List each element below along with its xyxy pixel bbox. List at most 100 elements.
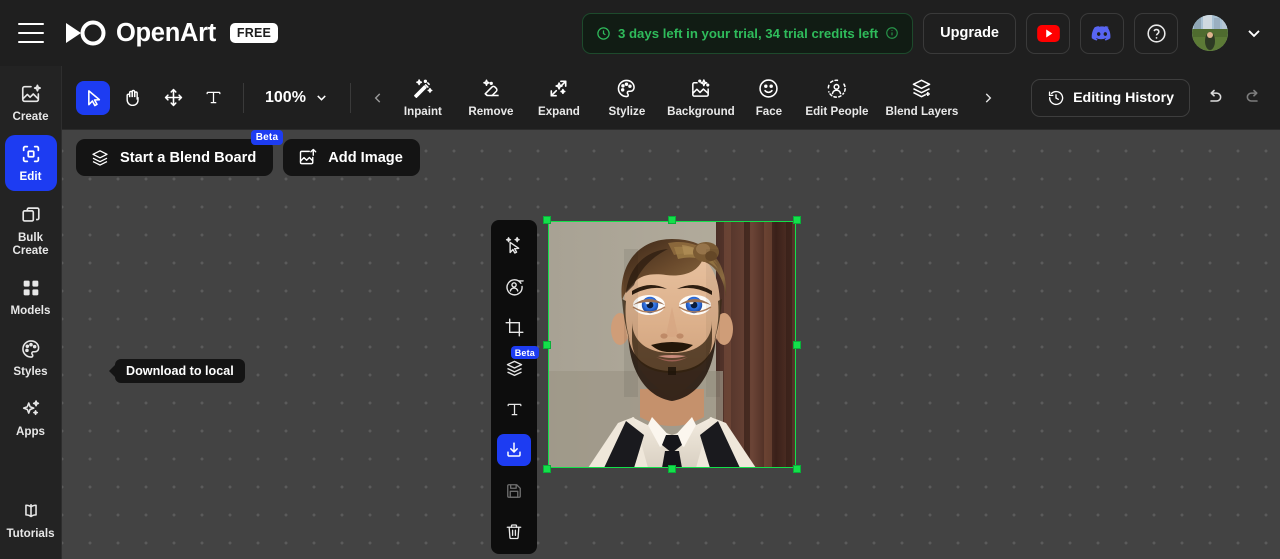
help-button[interactable] <box>1134 12 1178 54</box>
move-tool-button[interactable] <box>156 81 190 115</box>
chevron-right-icon <box>981 91 995 105</box>
open-book-icon <box>20 500 42 522</box>
delete-tool-button[interactable] <box>497 516 531 548</box>
hand-icon <box>123 88 143 108</box>
palette-icon <box>615 77 638 100</box>
effect-blend-layers[interactable]: Blend Layers <box>877 77 967 118</box>
discord-link-button[interactable] <box>1080 12 1124 54</box>
sidebar-item-label: Styles <box>13 364 48 378</box>
effect-remove[interactable]: Remove <box>457 77 525 118</box>
youtube-icon <box>1036 24 1060 42</box>
person-circle-icon <box>825 77 848 100</box>
sidebar-item-edit[interactable]: Edit <box>4 135 57 191</box>
resize-handle-top-right[interactable] <box>793 216 801 224</box>
move-arrows-icon <box>163 87 184 108</box>
editor-toolbar: 100% Inpaint Remove Expand Stylize Backg… <box>62 66 1280 130</box>
effect-inpaint[interactable]: Inpaint <box>389 77 457 118</box>
crop-tool-button[interactable] <box>497 311 531 343</box>
info-circle-icon[interactable] <box>885 26 899 40</box>
youtube-link-button[interactable] <box>1026 12 1070 54</box>
zoom-level-control[interactable]: 100% <box>265 89 329 107</box>
select-tool-button[interactable] <box>76 80 110 115</box>
add-image-label: Add Image <box>328 149 403 166</box>
effects-scroll-right-button[interactable] <box>977 91 999 105</box>
blend-layers-tool-button[interactable]: Beta <box>497 346 539 384</box>
resize-handle-bottom-center[interactable] <box>668 465 676 473</box>
effect-label: Face <box>755 105 783 118</box>
save-tool-button[interactable] <box>497 475 531 507</box>
resize-handle-top-left[interactable] <box>543 216 551 224</box>
sparkles-icon <box>20 398 42 420</box>
sidebar-item-styles[interactable]: Styles <box>5 330 57 385</box>
layers-plus-icon <box>910 77 933 100</box>
trash-icon <box>504 522 524 542</box>
effect-background[interactable]: Background <box>661 77 741 118</box>
eraser-sparkle-icon <box>479 77 502 100</box>
effect-expand[interactable]: Expand <box>525 77 593 118</box>
remove-person-tool-button[interactable] <box>497 270 531 302</box>
start-blend-board-button[interactable]: Start a Blend Board Beta <box>76 130 284 176</box>
sidebar-item-label: Apps <box>16 424 45 438</box>
add-image-button[interactable]: Add Image <box>283 139 420 176</box>
palette-icon <box>20 338 42 360</box>
chevron-down-icon[interactable] <box>1244 23 1264 43</box>
sidebar-item-label: Create <box>12 110 49 123</box>
resize-handle-bottom-left[interactable] <box>543 465 551 473</box>
editing-history-button[interactable]: Editing History <box>1031 78 1190 117</box>
effect-label: Blend Layers <box>885 105 959 118</box>
openart-infinity-logo-icon <box>61 20 107 46</box>
floppy-save-icon <box>504 481 524 501</box>
sidebar-item-label: Edit <box>19 170 42 184</box>
brand-name: OpenArt <box>116 18 216 47</box>
pan-tool-button[interactable] <box>116 81 150 115</box>
layers-icon <box>90 148 110 168</box>
trial-status-badge[interactable]: 3 days left in your trial, 34 trial cred… <box>581 12 914 54</box>
trial-status-text: 3 days left in your trial, 34 trial cred… <box>617 25 879 41</box>
editing-history-label: Editing History <box>1073 89 1174 106</box>
effect-label: Stylize <box>608 105 646 118</box>
selected-image-object[interactable] <box>543 216 801 473</box>
avatar[interactable] <box>1192 15 1228 51</box>
magic-wand-icon <box>411 77 434 100</box>
sidebar-item-tutorials[interactable]: Tutorials <box>5 492 57 547</box>
sidebar-item-create[interactable]: Create <box>5 75 57 130</box>
chevron-left-icon <box>371 91 385 105</box>
sidebar-item-models[interactable]: Models <box>5 269 57 324</box>
editor-canvas[interactable]: Start a Blend Board Beta Add Image Beta … <box>62 130 1280 559</box>
resize-handle-middle-left[interactable] <box>543 340 551 349</box>
smiley-face-icon <box>757 77 780 100</box>
effect-edit-people[interactable]: Edit People <box>797 77 877 118</box>
download-tool-button[interactable] <box>497 434 531 466</box>
edit-selection-icon <box>20 143 42 165</box>
sidebar-item-apps[interactable]: Apps <box>5 390 57 445</box>
resize-handle-bottom-right[interactable] <box>793 465 801 473</box>
clock-rewind-icon <box>1047 89 1065 107</box>
expand-sparkle-icon <box>547 77 570 100</box>
cursor-sparkle-icon <box>504 235 525 256</box>
effects-scroll-left-button[interactable] <box>367 91 389 105</box>
app-header: OpenArt FREE 3 days left in your trial, … <box>0 0 1280 66</box>
hamburger-menu-icon[interactable] <box>18 23 44 43</box>
zoom-level-value: 100% <box>265 88 306 106</box>
sidebar-item-bulk-create[interactable]: Bulk Create <box>5 196 57 265</box>
effect-face[interactable]: Face <box>741 77 797 118</box>
grid-four-icon <box>20 277 42 299</box>
clock-icon <box>596 26 611 41</box>
add-text-tool-button[interactable] <box>497 393 531 425</box>
upgrade-button[interactable]: Upgrade <box>923 12 1016 54</box>
effect-stylize[interactable]: Stylize <box>593 77 661 118</box>
portrait-image[interactable] <box>548 221 796 468</box>
text-tool-button[interactable] <box>196 81 230 115</box>
brand-logo[interactable]: OpenArt FREE <box>61 18 279 48</box>
redo-button[interactable] <box>1238 82 1268 114</box>
redo-arrow-icon <box>1243 87 1264 108</box>
download-tooltip: Download to local <box>115 359 245 383</box>
resize-handle-middle-right[interactable] <box>793 340 801 349</box>
sidebar-item-label: Tutorials <box>6 526 55 540</box>
magic-select-tool-button[interactable] <box>497 229 531 261</box>
resize-handle-top-center[interactable] <box>668 216 676 224</box>
effect-label: Background <box>667 105 735 118</box>
discord-icon <box>1091 25 1113 42</box>
undo-button[interactable] <box>1199 82 1229 114</box>
download-icon <box>504 440 524 460</box>
